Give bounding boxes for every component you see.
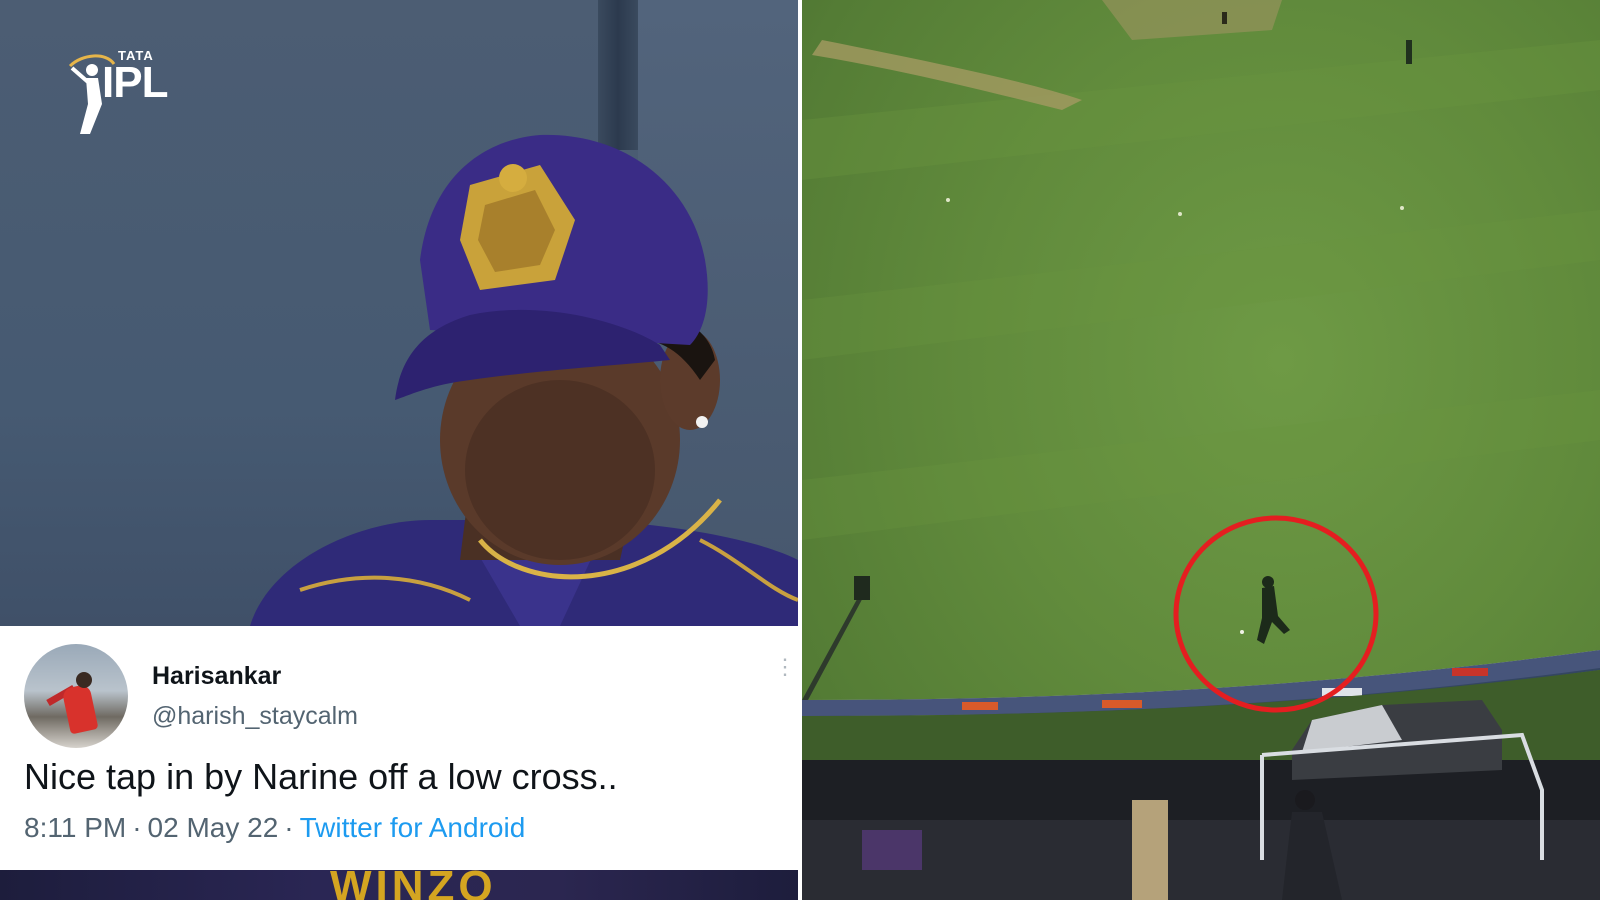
tweet-text: Nice tap in by Narine off a low cross.. [24,756,618,797]
shirt-sponsor-text: WINZO [330,870,497,900]
ipl-logo: TATA IPL [62,48,168,134]
user-avatar[interactable] [24,644,128,748]
jersey-strip: WINZO [0,870,798,900]
meta-separator: · [132,812,142,843]
tweet-meta: 8:11 PM · 02 May 22 · Twitter for Android [24,812,525,844]
field-image: TATA IPL [802,0,1600,900]
tweet-author-name[interactable]: Harisankar [152,662,281,691]
tweet-card[interactable]: Harisankar @harish_staycalm ⋮ Nice tap i… [0,626,798,870]
more-options-icon[interactable]: ⋮ [774,656,796,692]
meta-separator: · [284,812,294,843]
tweet-author-handle[interactable]: @harish_staycalm [152,702,358,731]
tweet-date: 02 May 22 [147,812,279,843]
field-scene [802,0,1600,900]
tweet-time: 8:11 PM [24,812,127,843]
tweet-source-link[interactable]: Twitter for Android [300,812,526,843]
batter-logo-icon [68,54,116,134]
